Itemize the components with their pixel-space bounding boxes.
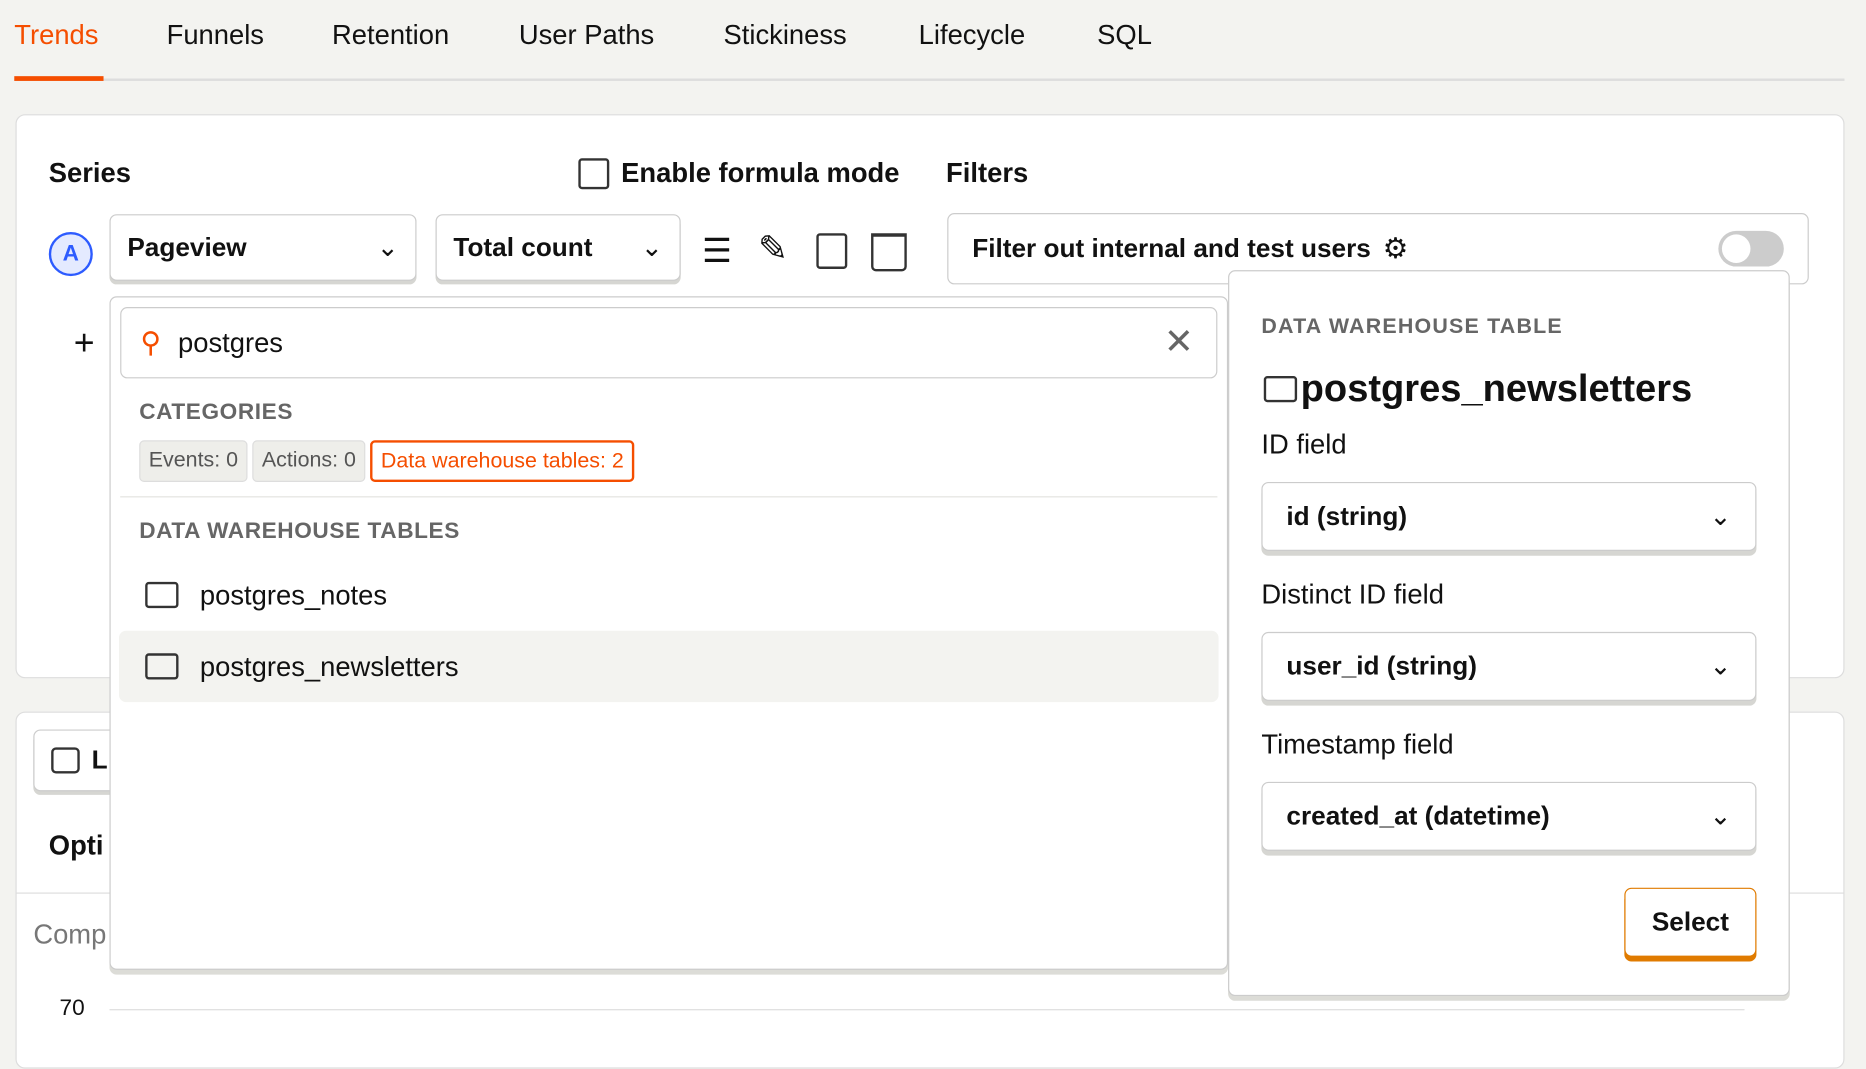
categories-title: CATEGORIES [139,399,294,425]
calculator-icon [578,157,610,189]
add-series-icon[interactable]: + [74,324,95,364]
search-input[interactable]: ⚲ postgres [120,307,1218,379]
formula-label: Enable formula mode [621,157,900,189]
chevron-down-icon: ⌄ [376,232,399,262]
warehouse-heading: DATA WAREHOUSE TABLE [1261,314,1563,338]
table-icon [145,653,179,680]
internal-filter-label: Filter out internal and test users [972,233,1371,263]
category-chips: Events: 0 Actions: 0 Data warehouse tabl… [139,440,639,482]
list-item[interactable]: postgres_newsletters [119,630,1219,703]
section-title: DATA WAREHOUSE TABLES [139,518,460,544]
tab-retention[interactable]: Retention [332,19,449,51]
filters-title: Filters [946,157,1029,189]
search-icon: ⚲ [140,326,162,359]
duplicate-icon[interactable] [816,233,848,269]
chip-data-warehouse[interactable]: Data warehouse tables: 2 [370,440,635,482]
list-item[interactable]: postgres_notes [119,559,1219,630]
chevron-down-icon: ⌄ [1709,500,1732,531]
tab-stickiness[interactable]: Stickiness [724,19,847,51]
distinct-id-value: user_id (string) [1286,650,1477,681]
select-button[interactable]: Select [1624,887,1757,957]
clear-search-icon[interactable]: ✕ [1164,321,1194,363]
table-icon [1263,375,1298,402]
tab-funnels[interactable]: Funnels [167,19,264,51]
id-field-value: id (string) [1286,500,1408,531]
tab-lifecycle[interactable]: Lifecycle [919,19,1025,51]
date-label: L [91,744,108,775]
internal-filter-toggle[interactable] [1718,230,1784,267]
timestamp-select[interactable]: created_at (datetime) ⌄ [1261,781,1757,851]
event-value: Pageview [127,232,247,262]
chip-actions[interactable]: Actions: 0 [252,440,366,482]
timestamp-value: created_at (datetime) [1286,800,1550,831]
item-label: postgres_notes [199,578,388,610]
tab-user-paths[interactable]: User Paths [519,19,654,51]
chevron-down-icon: ⌄ [640,232,663,262]
table-icon [145,581,179,609]
compare-label: Comp [33,918,107,950]
item-label: postgres_newsletters [199,650,459,682]
distinct-id-select[interactable]: user_id (string) ⌄ [1261,631,1757,701]
edit-icon[interactable]: ✎ [758,228,788,270]
divider [120,496,1218,498]
tab-sql[interactable]: SQL [1097,19,1152,51]
tab-divider [14,78,1845,81]
distinct-id-label: Distinct ID field [1261,578,1444,610]
tab-trends[interactable]: Trends [14,19,98,51]
formula-mode-button[interactable]: Enable formula mode [578,157,899,189]
options-label: Opti [48,829,104,861]
chip-events[interactable]: Events: 0 [139,440,248,482]
id-field-label: ID field [1261,428,1347,460]
warehouse-table-title: postgres_newsletters [1263,366,1693,411]
active-tab-indicator [14,76,104,81]
delete-icon[interactable] [871,233,907,272]
gear-icon[interactable]: ⚙ [1383,231,1409,266]
id-field-select[interactable]: id (string) ⌄ [1261,481,1757,551]
event-select[interactable]: Pageview ⌄ [109,214,417,281]
table-name: postgres_newsletters [1300,366,1693,410]
math-select[interactable]: Total count ⌄ [435,214,681,281]
search-value: postgres [177,326,283,358]
timestamp-label: Timestamp field [1261,728,1454,760]
series-letter-badge: A [48,232,93,277]
filter-icon[interactable]: ☰ [702,231,732,270]
math-value: Total count [453,232,593,262]
y-tick: 70 [59,996,85,1022]
chevron-down-icon: ⌄ [1709,800,1732,831]
chevron-down-icon: ⌄ [1709,650,1732,681]
calendar-icon [51,747,80,774]
gridline [109,1009,1745,1011]
series-title: Series [48,157,131,189]
